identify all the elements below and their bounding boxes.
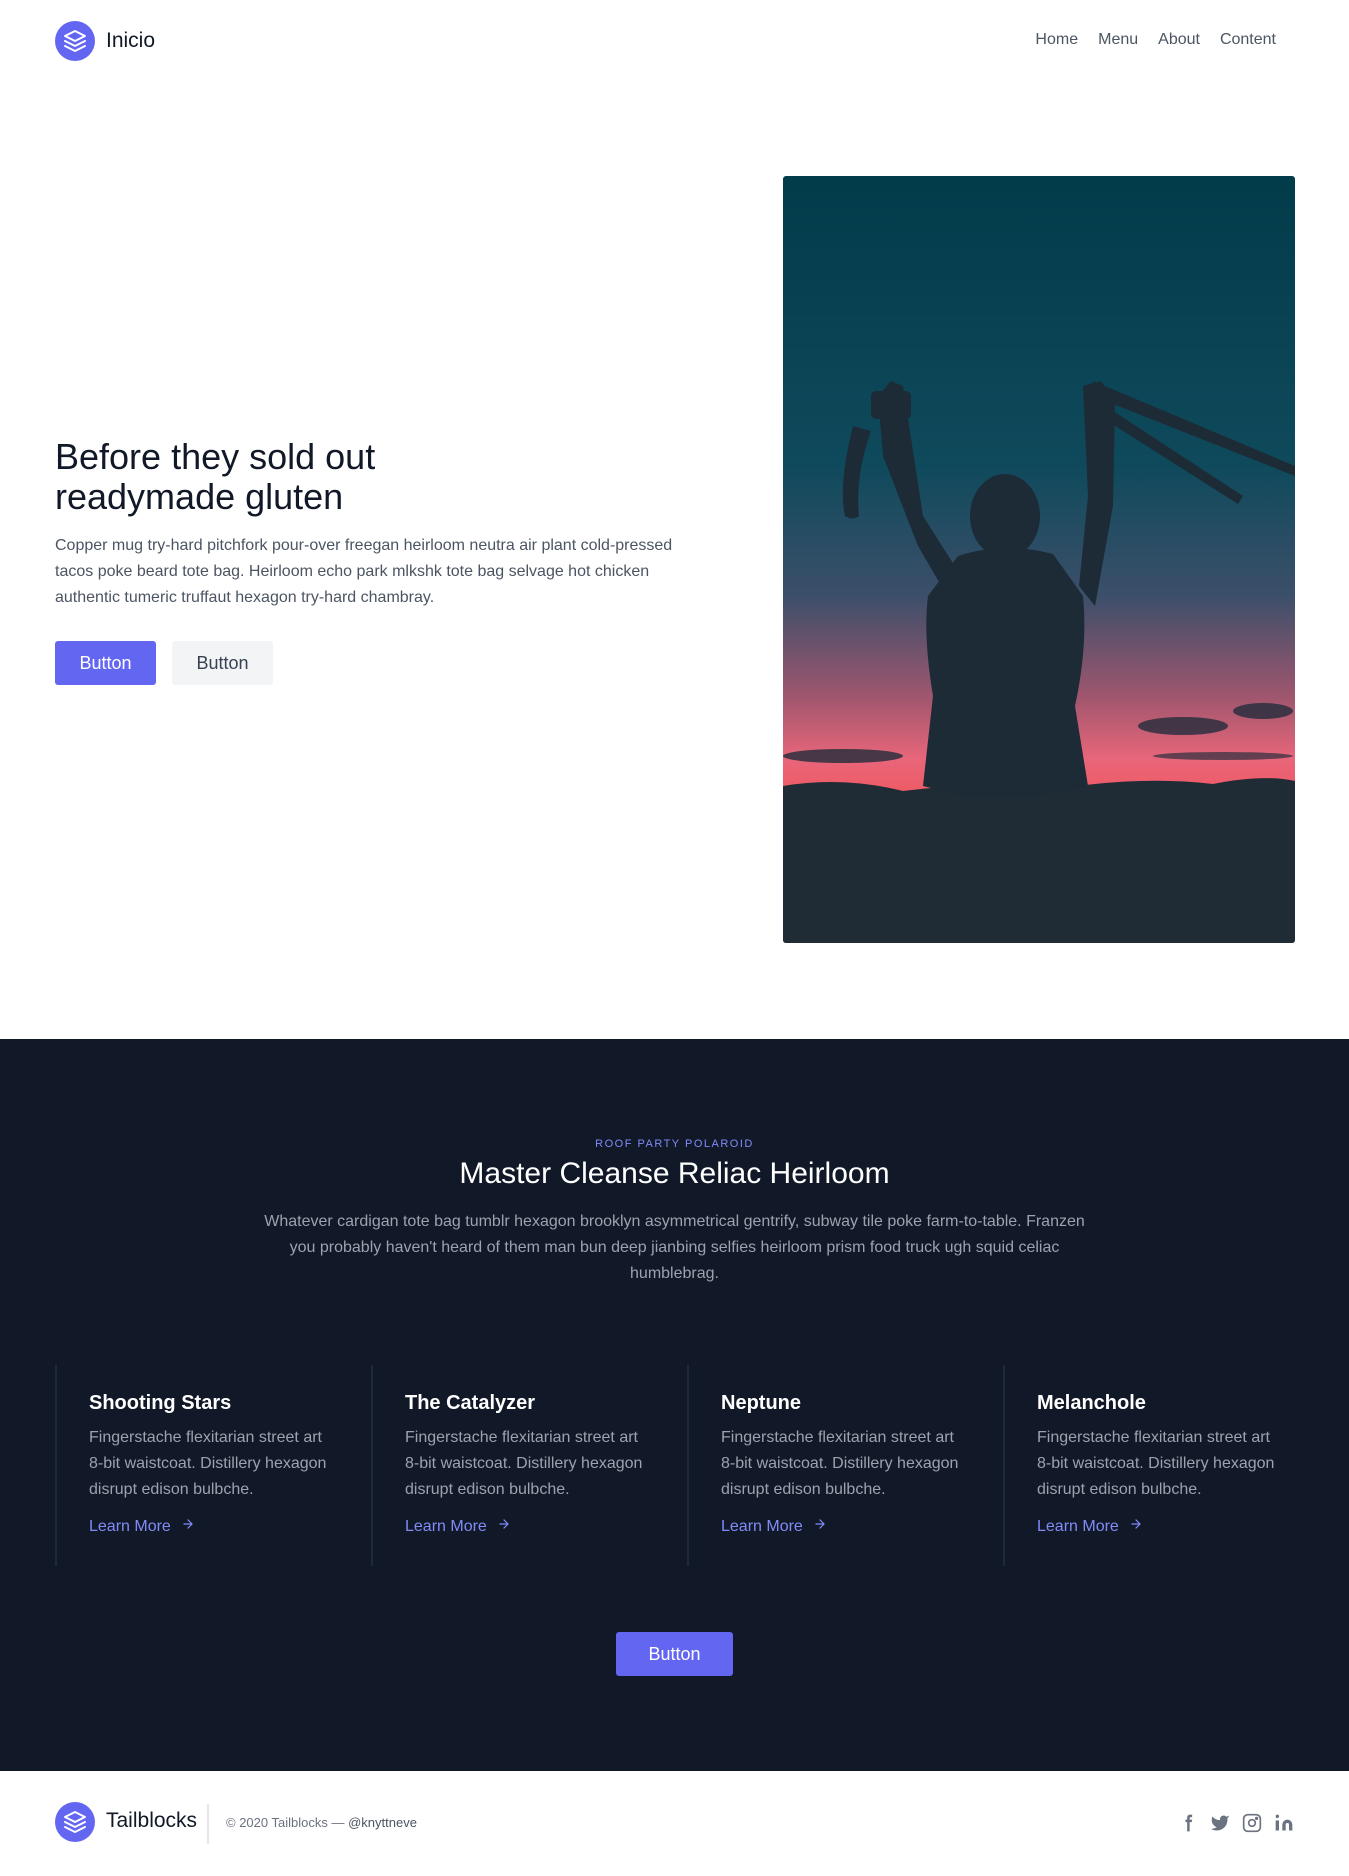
feature-title: Melanchole <box>1037 1392 1146 1414</box>
feature-text: Fingerstache flexitarian street art 8-bi… <box>1037 1429 1275 1498</box>
feature-title: Shooting Stars <box>89 1392 232 1414</box>
learn-more-link[interactable]: Learn More <box>405 1517 511 1536</box>
learn-more-link[interactable]: Learn More <box>721 1517 827 1536</box>
section-button[interactable]: Button <box>616 1632 733 1676</box>
facebook-icon[interactable] <box>1178 1813 1198 1833</box>
learn-more-label: Learn More <box>1037 1517 1119 1535</box>
section-eyebrow: ROOF PARTY POLAROID <box>595 1138 754 1150</box>
feature-title: Neptune <box>721 1392 801 1414</box>
twitter-icon[interactable] <box>1210 1813 1230 1833</box>
main-nav: Home Menu About Content <box>1035 31 1276 49</box>
brand-name[interactable]: Inicio <box>106 29 155 53</box>
hero-description: Copper mug try-hard pitchfork pour-over … <box>55 537 673 606</box>
learn-more-link[interactable]: Learn More <box>89 1517 195 1536</box>
feature-card: Shooting Stars Fingerstache flexitarian … <box>55 1365 371 1566</box>
feature-title: The Catalyzer <box>405 1392 536 1414</box>
hero-image <box>783 176 1295 943</box>
nav-item-about[interactable]: About <box>1158 31 1200 49</box>
section-title: Master Cleanse Reliac Heirloom <box>459 1157 890 1190</box>
instagram-icon[interactable] <box>1242 1813 1262 1833</box>
hero-title-line1: Before they sold out <box>55 436 376 477</box>
copyright-label: © 2020 Tailblocks — <box>226 1815 345 1830</box>
feature-text: Fingerstache flexitarian street art 8-bi… <box>721 1429 959 1498</box>
layers-logo-icon[interactable] <box>55 1802 95 1842</box>
feature-list: Shooting Stars Fingerstache flexitarian … <box>55 1365 1295 1566</box>
footer-brand-name[interactable]: Tailblocks <box>106 1809 197 1833</box>
nav-item-home[interactable]: Home <box>1035 31 1078 49</box>
learn-more-label: Learn More <box>89 1517 171 1535</box>
learn-more-label: Learn More <box>405 1517 487 1535</box>
learn-more-link[interactable]: Learn More <box>1037 1517 1143 1536</box>
site-footer: Tailblocks © 2020 Tailblocks — @knyttnev… <box>0 1771 1349 1876</box>
feature-text: Fingerstache flexitarian street art 8-bi… <box>405 1429 643 1498</box>
arrow-right-icon <box>497 1517 511 1536</box>
arrow-right-icon <box>1129 1517 1143 1536</box>
layers-logo-icon[interactable] <box>55 21 95 61</box>
hero-title: Before they sold out readymade gluten <box>55 437 615 517</box>
feature-card: The Catalyzer Fingerstache flexitarian s… <box>371 1365 687 1566</box>
hero-primary-button[interactable]: Button <box>55 641 156 685</box>
author-handle-link[interactable]: @knyttneve <box>348 1815 417 1830</box>
nav-item-content[interactable]: Content <box>1220 31 1276 49</box>
feature-card: Melanchole Fingerstache flexitarian stre… <box>1003 1365 1319 1566</box>
learn-more-label: Learn More <box>721 1517 803 1535</box>
site-header: Inicio Home Menu About Content <box>0 0 1349 84</box>
feature-text: Fingerstache flexitarian street art 8-bi… <box>89 1429 327 1498</box>
hero-title-line2: readymade gluten <box>55 476 344 517</box>
arrow-right-icon <box>181 1517 195 1536</box>
section-description: Whatever cardigan tote bag tumblr hexago… <box>264 1213 1085 1282</box>
copyright-text: © 2020 Tailblocks — @knyttneve <box>226 1815 417 1830</box>
social-links <box>1178 1813 1294 1833</box>
nav-item-menu[interactable]: Menu <box>1098 31 1138 49</box>
footer-divider <box>207 1804 209 1844</box>
feature-card: Neptune Fingerstache flexitarian street … <box>687 1365 1003 1566</box>
linkedin-icon[interactable] <box>1274 1813 1294 1833</box>
hero-secondary-button[interactable]: Button <box>172 641 273 685</box>
arrow-right-icon <box>813 1517 827 1536</box>
